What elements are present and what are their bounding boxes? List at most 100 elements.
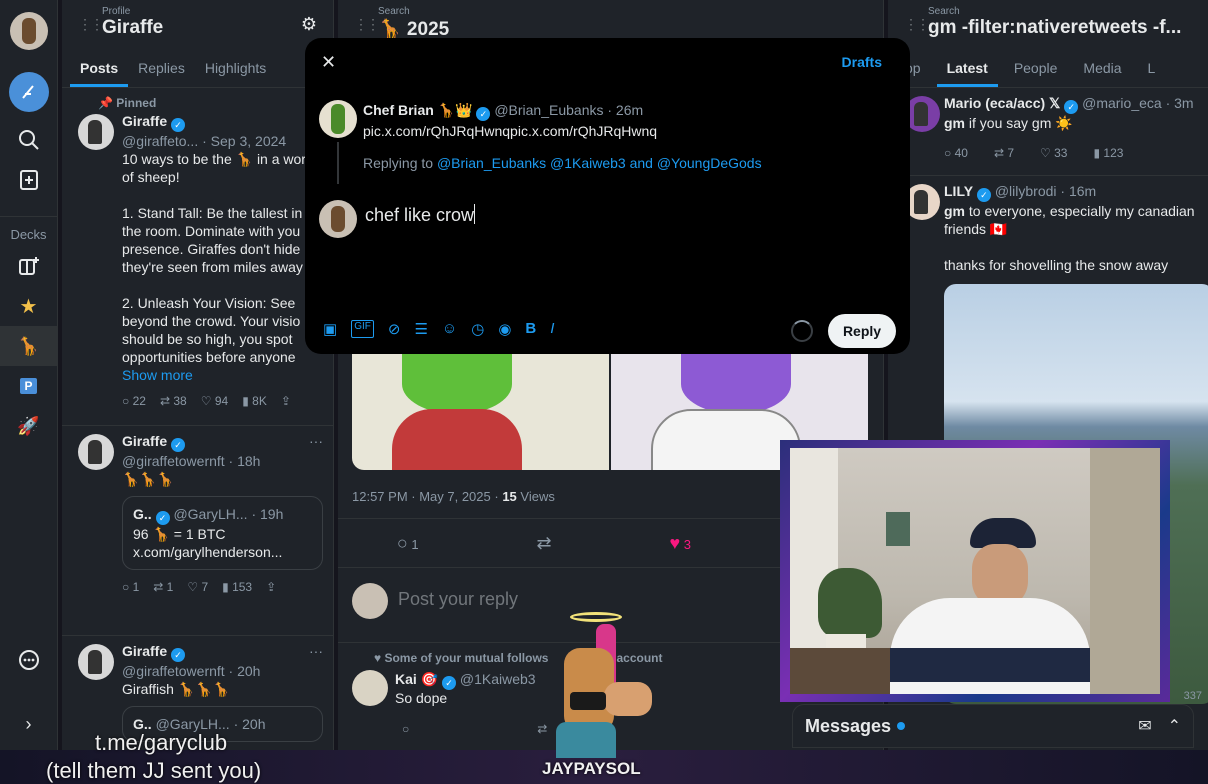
italic-icon[interactable]: I [550, 320, 554, 338]
timestamp[interactable]: · Sep 3, 2024 [202, 133, 286, 149]
tab-highlights[interactable]: Highlights [195, 52, 276, 87]
share-icon[interactable]: ⇪ [266, 578, 276, 596]
tweet-line: should be so high, you spot [122, 331, 293, 347]
like-count: 7 [201, 580, 209, 594]
verified-icon: ✓ [476, 107, 491, 121]
like-button[interactable]: ♡ 94 [201, 392, 228, 410]
like-button[interactable]: ♡ 7 [187, 578, 208, 596]
author-name[interactable]: Giraffe [122, 113, 167, 129]
column-type: Profile [102, 6, 131, 17]
giraffe-deck-icon[interactable]: 🦒 [0, 326, 58, 366]
share-icon[interactable]: ⇪ [281, 392, 291, 410]
more-icon[interactable]: ··· [309, 432, 323, 450]
handle[interactable]: @1Kaiweb3 [460, 671, 536, 687]
tab-lists[interactable]: L [1138, 52, 1166, 87]
handle[interactable]: @giraffeto... [122, 133, 198, 149]
reply-button[interactable]: ○ 40 [944, 144, 968, 162]
compose-button[interactable] [8, 72, 49, 112]
messages-drawer[interactable]: Messages ✉ ⌃ [792, 704, 1194, 748]
tab-latest[interactable]: Latest [936, 52, 998, 87]
heart-icon: ♥ [374, 651, 382, 665]
add-column-icon[interactable] [9, 160, 49, 200]
expand-nav-icon[interactable]: › [9, 704, 49, 744]
author-name[interactable]: Giraffe [122, 643, 167, 659]
new-deck-icon[interactable] [9, 246, 49, 286]
mascot-overlay [548, 612, 652, 758]
reply-icon[interactable]: ○ [402, 722, 409, 736]
retweet-button[interactable]: ⇄ 7 [994, 144, 1014, 162]
close-icon[interactable]: ✕ [321, 52, 336, 73]
avatar[interactable] [78, 644, 114, 680]
drag-handle-icon[interactable]: ⋮⋮ [354, 16, 380, 33]
views-button[interactable]: ▮ 8K [242, 392, 267, 410]
drag-handle-icon[interactable]: ⋮⋮ [78, 16, 104, 33]
handle[interactable]: @lilybrodi · 16m [995, 183, 1096, 199]
settings-gear-icon[interactable]: ⚙ [301, 14, 317, 35]
tab-media[interactable]: Media [1073, 52, 1131, 87]
views-button[interactable]: ▮ 123 [1093, 144, 1123, 162]
like-button[interactable]: ♡ 33 [1040, 144, 1067, 162]
character-count-ring [791, 320, 813, 342]
tab-people[interactable]: People [1004, 52, 1068, 87]
avatar[interactable] [78, 434, 114, 470]
more-icon[interactable]: ··· [309, 642, 323, 660]
reply-button[interactable]: ○ 22 [122, 392, 146, 410]
search-icon[interactable] [9, 120, 49, 160]
retweet-icon[interactable]: ⇄ [537, 722, 547, 736]
drafts-button[interactable]: Drafts [842, 54, 882, 70]
tweet-text: to everyone, especially my canadian [965, 203, 1195, 219]
author-name[interactable]: Giraffe [122, 433, 167, 449]
verified-icon: ✓ [1064, 100, 1079, 114]
reply-input[interactable]: Post your reply [398, 589, 518, 610]
drag-handle-icon[interactable]: ⋮⋮ [904, 16, 930, 33]
rocket-icon[interactable]: 🚀 [9, 406, 49, 446]
handle[interactable]: @giraffetowernft · 20h [122, 662, 323, 680]
expand-icon[interactable]: ⌃ [1168, 716, 1181, 736]
nft-image-green[interactable] [352, 354, 609, 470]
author-name[interactable]: Kai 🎯 [395, 671, 438, 687]
reply-icon: ○ [122, 394, 130, 408]
star-icon[interactable]: ★ [9, 286, 49, 326]
gif-icon[interactable]: GIF [351, 320, 374, 338]
verified-icon: ✓ [976, 188, 991, 202]
tab-posts[interactable]: Posts [70, 52, 129, 87]
user-avatar[interactable] [9, 12, 48, 50]
retweet-button[interactable]: ⇄ 38 [160, 392, 187, 410]
reply-textarea[interactable]: chef like crow [365, 204, 885, 294]
avatar[interactable] [352, 670, 388, 706]
handle[interactable]: @mario_eca · 3m [1082, 95, 1193, 111]
poll-icon[interactable]: ☰ [414, 320, 427, 338]
reply-button[interactable]: ○ 1 [397, 533, 419, 554]
quoted-tweet[interactable]: G.. ✓ @GaryLH... · 19h 96 🦒 = 1 BTC x.co… [122, 496, 323, 570]
avatar[interactable] [78, 114, 114, 150]
handle[interactable]: @giraffetowernft · 18h [122, 452, 323, 470]
reply-button[interactable]: Reply [828, 314, 896, 348]
tweet[interactable]: Giraffe ✓ ··· @giraffetowernft · 18h 🦒🦒🦒 … [62, 426, 333, 636]
tweet[interactable]: Mario (eca/acc) 𝕏 ✓ @mario_eca · 3m gm i… [888, 88, 1208, 176]
schedule-icon[interactable]: ◷ [471, 320, 484, 338]
reply-mentions[interactable]: @Brian_Eubanks @1Kaiweb3 and @YoungDeGod… [437, 155, 762, 171]
author-name[interactable]: Mario (eca/acc) 𝕏 [944, 95, 1060, 111]
tweet-pinned[interactable]: 📌 Pinned Giraffe ✓ @giraffeto... · Sep 3… [62, 88, 333, 426]
show-more-link[interactable]: Show more [122, 366, 323, 384]
retweet-button[interactable]: ⇄ 1 [153, 578, 173, 596]
media-icon[interactable]: ▣ [323, 320, 337, 338]
tab-replies[interactable]: Replies [128, 52, 195, 87]
bold-icon[interactable]: B [525, 320, 536, 338]
reply-button[interactable]: ○ 1 [122, 578, 139, 596]
views-button[interactable]: ▮ 153 [222, 578, 252, 596]
emoji-icon[interactable]: ☺ [442, 320, 457, 338]
more-options-icon[interactable] [9, 640, 49, 680]
location-icon[interactable]: ◉ [498, 320, 511, 338]
retweet-icon[interactable]: ⇄ [537, 533, 552, 554]
like-button[interactable]: ♥ 3 [669, 533, 691, 554]
tweet-keyword: gm [944, 115, 965, 131]
author-name[interactable]: LILY [944, 183, 973, 199]
view-count: 153 [232, 580, 253, 594]
streamer-name: JAYPAYSOL [542, 759, 641, 778]
p-deck-icon[interactable]: P [9, 366, 49, 406]
new-message-icon[interactable]: ✉ [1138, 716, 1151, 736]
pin-icon: 📌 [98, 96, 113, 110]
grok-icon[interactable]: ⊘ [388, 320, 401, 338]
post-timestamp[interactable]: 12:57 PM · May 7, 2025 · [352, 489, 499, 504]
